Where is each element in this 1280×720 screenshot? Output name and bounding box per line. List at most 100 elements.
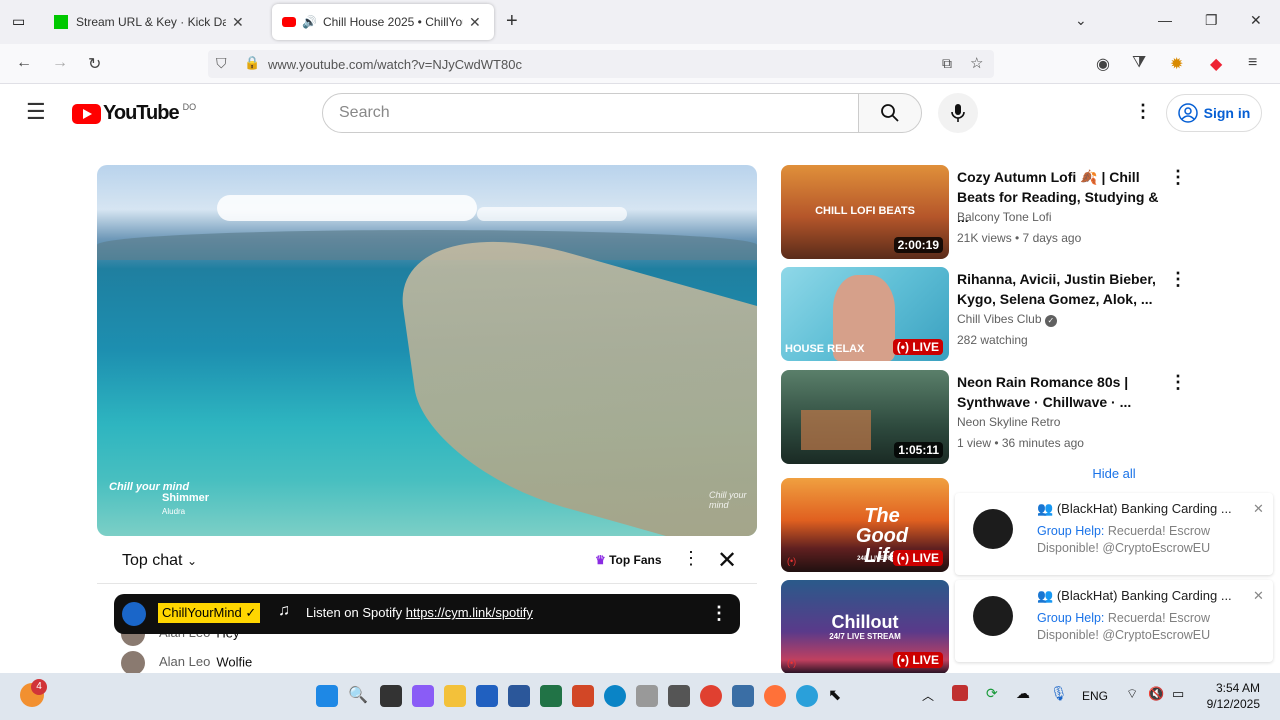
hamburger-menu-icon[interactable]: ☰ bbox=[26, 99, 46, 125]
tray-app-icon[interactable] bbox=[952, 685, 968, 701]
start-menu-icon[interactable] bbox=[316, 685, 338, 707]
url-text: www.youtube.com/watch?v=NJyCwdWT80c bbox=[268, 57, 522, 72]
back-icon[interactable]: ← bbox=[16, 54, 32, 72]
cloud-icon[interactable]: ☁ bbox=[1016, 685, 1030, 702]
tab-dropdown-icon[interactable]: ⌄ bbox=[1075, 12, 1087, 29]
user-circle-icon bbox=[1177, 103, 1198, 123]
extension-fox-icon[interactable]: ✹ bbox=[1170, 54, 1183, 74]
forward-icon[interactable]: → bbox=[52, 54, 68, 72]
tray-expand-icon[interactable]: ︿ bbox=[922, 687, 934, 704]
new-tab-button[interactable]: + bbox=[506, 10, 518, 33]
wifi-icon[interactable]: ⌔ bbox=[1126, 686, 1138, 702]
duration-badge: 2:00:19 bbox=[893, 237, 943, 253]
language-indicator[interactable]: ENG bbox=[1082, 689, 1108, 703]
video-thumbnail[interactable]: 1:05:11 bbox=[781, 370, 949, 464]
close-window-icon[interactable]: ✕ bbox=[1250, 12, 1262, 29]
recommended-video[interactable]: 1:05:11 Neon Rain Romance 80s | Synthwav… bbox=[781, 370, 1187, 466]
tab-label: Stream URL & Key · Kick Dashb bbox=[76, 15, 226, 29]
video-player[interactable]: Chill your mind Shimmer Aludra Chill you… bbox=[97, 165, 757, 536]
recommended-video[interactable]: CHILL LOFI BEATS 2:00:19 Cozy Autumn Lof… bbox=[781, 165, 1187, 261]
video-meta: 21K views • 7 days ago bbox=[957, 231, 1082, 245]
channel-name[interactable]: Neon Skyline Retro bbox=[957, 415, 1060, 429]
edge-icon[interactable] bbox=[604, 685, 626, 707]
microphone-tray-icon[interactable]: 🎙 bbox=[1050, 685, 1068, 702]
voice-search-button[interactable] bbox=[938, 93, 978, 133]
video-meta: 282 watching bbox=[957, 333, 1028, 347]
extension-eraser-icon[interactable]: ◆ bbox=[1210, 54, 1222, 74]
shield-icon[interactable]: ⛉ bbox=[216, 55, 227, 72]
channel-name[interactable]: Chill Vibes Club ✓ bbox=[957, 312, 1057, 327]
word-icon[interactable] bbox=[508, 685, 530, 707]
video-thumbnail[interactable]: CHILL LOFI BEATS 2:00:19 bbox=[781, 165, 949, 259]
account-icon[interactable]: ◉ bbox=[1096, 54, 1110, 74]
chrome-icon[interactable] bbox=[700, 685, 722, 707]
maximize-icon[interactable]: ❐ bbox=[1205, 12, 1218, 29]
settings-menu-icon[interactable]: ⋮ bbox=[1134, 101, 1152, 122]
video-meta: 1 view • 36 minutes ago bbox=[957, 436, 1084, 450]
app-icon[interactable] bbox=[636, 685, 658, 707]
close-notification-icon[interactable]: ✕ bbox=[1253, 501, 1264, 517]
notepad-icon[interactable] bbox=[732, 685, 754, 707]
store-icon[interactable] bbox=[476, 685, 498, 707]
sign-in-button[interactable]: Sign in bbox=[1166, 94, 1262, 132]
recommended-video[interactable]: HOUSE RELAX (•) LIVE Rihanna, Avicii, Ju… bbox=[781, 267, 1187, 363]
battery-icon[interactable]: ▭ bbox=[1172, 686, 1184, 702]
banner-menu-icon[interactable]: ⋮ bbox=[710, 603, 728, 624]
top-chat-dropdown[interactable]: Top chat ⌄ bbox=[122, 552, 197, 570]
app-icon[interactable] bbox=[668, 685, 690, 707]
group-icon: 👥 bbox=[1037, 588, 1054, 603]
notification-popup[interactable]: 👥 (BlackHat) Banking Carding ... Group H… bbox=[955, 580, 1273, 662]
top-fans-button[interactable]: ♛ Top Fans bbox=[595, 553, 662, 567]
close-chat-icon[interactable]: ✕ bbox=[717, 546, 737, 575]
powerpoint-icon[interactable] bbox=[572, 685, 594, 707]
search-taskbar-icon[interactable]: 🔍 bbox=[348, 685, 370, 707]
minimize-icon[interactable]: — bbox=[1158, 12, 1172, 28]
tab-youtube[interactable]: 🔊 Chill House 2025 • ChillYou ✕ bbox=[272, 4, 494, 40]
pinned-chat-banner[interactable]: ChillYourMind ✓ ♫ Listen on Spotify http… bbox=[114, 594, 740, 634]
tab-kick-dashboard[interactable]: Stream URL & Key · Kick Dashb ✕ bbox=[44, 4, 270, 40]
file-explorer-icon[interactable] bbox=[444, 685, 466, 707]
sync-icon[interactable]: ⟳ bbox=[986, 685, 998, 702]
clock[interactable]: 3:54 AM 9/12/2025 bbox=[1196, 680, 1260, 712]
reload-icon[interactable]: ↻ bbox=[88, 54, 101, 74]
address-bar[interactable]: ⛉ 🔒 www.youtube.com/watch?v=NJyCwdWT80c … bbox=[208, 50, 994, 78]
search-placeholder: Search bbox=[339, 104, 390, 121]
notification-badge: 4 bbox=[31, 679, 47, 695]
chat-menu-icon[interactable]: ⋮ bbox=[682, 548, 700, 569]
video-menu-icon[interactable]: ⋮ bbox=[1169, 167, 1187, 188]
video-title[interactable]: Rihanna, Avicii, Justin Bieber, Kygo, Se… bbox=[957, 269, 1167, 309]
search-icon bbox=[881, 104, 899, 122]
spotify-link[interactable]: https://cym.link/spotify bbox=[406, 605, 533, 620]
excel-icon[interactable] bbox=[540, 685, 562, 707]
telegram-icon[interactable] bbox=[796, 685, 818, 707]
close-notification-icon[interactable]: ✕ bbox=[1253, 588, 1264, 604]
hide-all-notifications-button[interactable]: Hide all bbox=[955, 460, 1273, 490]
video-thumbnail[interactable]: The Good Life 24/7 LIVE RADIO (•) (•) LI… bbox=[781, 478, 949, 572]
bookmark-star-icon[interactable]: ☆ bbox=[970, 54, 983, 72]
clock-time: 3:54 AM bbox=[1215, 681, 1260, 695]
firefox-icon[interactable] bbox=[764, 685, 786, 707]
task-view-icon[interactable] bbox=[380, 685, 402, 707]
speaker-icon[interactable]: 🔊 bbox=[302, 15, 317, 29]
youtube-logo[interactable]: YouTube DO bbox=[72, 102, 196, 125]
close-tab-icon[interactable]: ✕ bbox=[232, 14, 244, 31]
verified-icon: ✓ bbox=[1044, 315, 1057, 327]
video-title[interactable]: Neon Rain Romance 80s | Synthwave · Chil… bbox=[957, 372, 1167, 412]
notification-title: 👥 (BlackHat) Banking Carding ... bbox=[1037, 501, 1232, 516]
tab-list-icon[interactable]: ▭ bbox=[12, 13, 25, 30]
copilot-icon[interactable] bbox=[412, 685, 434, 707]
video-thumbnail[interactable]: HOUSE RELAX (•) LIVE bbox=[781, 267, 949, 361]
lock-icon[interactable]: 🔒 bbox=[244, 55, 260, 71]
volume-icon[interactable]: 🔇 bbox=[1148, 686, 1164, 702]
video-thumbnail[interactable]: Chillout 24/7 LIVE STREAM (•) (•) LIVE bbox=[781, 580, 949, 674]
notification-popup[interactable]: 👥 (BlackHat) Banking Carding ... Group H… bbox=[955, 493, 1273, 575]
picture-in-picture-icon[interactable]: ⧉ bbox=[942, 55, 952, 72]
menu-icon[interactable]: ≡ bbox=[1248, 54, 1257, 72]
search-button[interactable] bbox=[858, 93, 922, 133]
extensions-icon[interactable]: ⧩ bbox=[1132, 54, 1146, 72]
video-menu-icon[interactable]: ⋮ bbox=[1169, 372, 1187, 393]
search-input[interactable]: Search bbox=[322, 93, 860, 133]
close-tab-icon[interactable]: ✕ bbox=[469, 14, 481, 31]
video-menu-icon[interactable]: ⋮ bbox=[1169, 269, 1187, 290]
channel-name[interactable]: Balcony Tone Lofi bbox=[957, 210, 1052, 224]
